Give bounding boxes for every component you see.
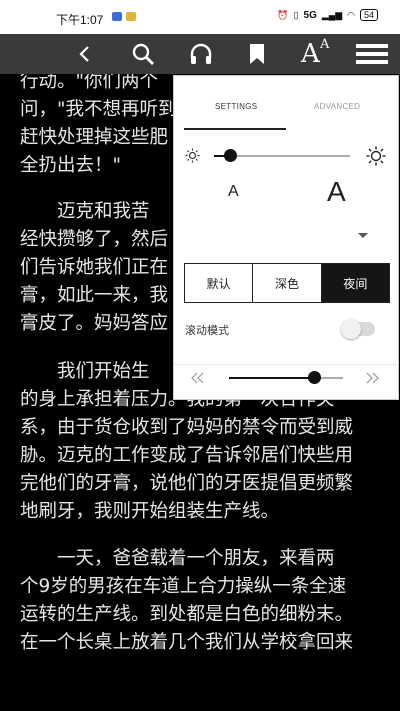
- reader-line: 经快攒够了，然后: [20, 229, 169, 250]
- status-time: 下午1:07: [56, 13, 104, 27]
- wifi-icon: ◠: [347, 9, 355, 20]
- reader-line: 地刷牙，我则开始组装生产线。: [20, 501, 280, 522]
- next-chapter-icon[interactable]: [364, 372, 380, 384]
- reader-line: 全扔出去！": [20, 155, 122, 176]
- previous-chapter-icon[interactable]: [190, 372, 206, 384]
- font-dropdown-caret-icon[interactable]: [358, 233, 368, 238]
- reading-progress-fill: [229, 377, 315, 379]
- brightness-low-icon: [185, 148, 200, 163]
- reading-progress-thumb[interactable]: [308, 371, 321, 384]
- reader-line: 膏，如此一来，我: [20, 285, 169, 306]
- decrease-font-button[interactable]: A: [228, 183, 239, 201]
- bookmark-icon: [250, 44, 264, 64]
- scroll-mode-label: 滚动模式: [185, 324, 229, 337]
- reader-line: 个9岁的男孩在车道上合力操纵一条全速: [20, 576, 347, 597]
- active-tab-indicator: [184, 128, 286, 130]
- search-button[interactable]: [123, 34, 163, 74]
- reader-line: 问，"我不想再听到: [20, 99, 177, 120]
- settings-panel: SETTINGS ADVANCED A A 默认 深色 夜间 滚动模式: [173, 75, 399, 400]
- reading-progress-slider[interactable]: [229, 377, 343, 379]
- theme-night-button[interactable]: 夜间: [320, 264, 389, 302]
- vibrate-icon: ▯: [293, 9, 299, 20]
- tab-advanced[interactable]: ADVANCED: [314, 102, 360, 111]
- search-icon: [132, 43, 154, 65]
- back-button[interactable]: [65, 34, 105, 74]
- battery-icon: 54: [359, 9, 378, 21]
- menu-button[interactable]: [352, 34, 392, 74]
- reader-toolbar: A A: [0, 34, 400, 74]
- reader-line: 运转的生产线。到处都是白色的细粉末。: [20, 604, 354, 625]
- tab-settings[interactable]: SETTINGS: [215, 102, 257, 111]
- font-size-icon: A A: [297, 37, 333, 69]
- brightness-slider-thumb[interactable]: [223, 149, 237, 162]
- reader-line: 在一个长桌上放着几个我们从学校拿回来: [20, 632, 354, 653]
- reader-line: 迈克和我苦: [20, 201, 150, 222]
- brightness-high-icon: [366, 146, 386, 166]
- font-icon-small-letter: A: [320, 37, 330, 52]
- notification-icons: [112, 12, 136, 21]
- theme-dark-button[interactable]: 深色: [252, 264, 321, 302]
- increase-font-button[interactable]: A: [327, 176, 346, 208]
- reader-line: 赶快处理掉这些肥: [20, 127, 169, 148]
- message-icon: [112, 12, 122, 21]
- reader-line: 系，由于货仓收到了妈妈的禁令而受到威: [20, 417, 354, 438]
- alarm-icon: ⏰: [277, 9, 289, 20]
- menu-icon: [356, 44, 388, 64]
- reader-line: 一天，爸爸载着一个朋友，来看两: [20, 548, 335, 569]
- status-bar: 下午1:07 ⏰ ▯ 5G ▂▄▆ ◠ 54: [0, 0, 400, 34]
- network-label: 5G: [303, 9, 317, 21]
- reader-line: 完他们的牙膏，说他们的牙医提倡更频繁: [20, 473, 354, 494]
- signal-icon: ▂▄▆: [321, 9, 343, 20]
- reader-line: 膏皮了。妈妈答应: [20, 313, 169, 334]
- font-settings-button[interactable]: A A: [293, 34, 337, 74]
- font-icon-large-letter: A: [301, 39, 320, 69]
- reader-line: 们告诉她我们正在: [20, 257, 169, 278]
- notification-icon: [126, 12, 136, 21]
- theme-selector: 默认 深色 夜间: [184, 263, 390, 303]
- scroll-mode-toggle-knob: [341, 319, 361, 339]
- reader-line: 胁。迈克的工作变成了告诉邻居们快些用: [20, 445, 354, 466]
- scroll-mode-toggle[interactable]: [341, 319, 375, 339]
- audio-button[interactable]: [181, 34, 221, 74]
- bookmark-button[interactable]: [237, 34, 277, 74]
- theme-default-button[interactable]: 默认: [185, 264, 253, 302]
- back-arrow-icon: [79, 46, 89, 62]
- headphones-icon: [190, 43, 212, 64]
- status-right-icons: ⏰ ▯ 5G ▂▄▆ ◠ 54: [277, 9, 378, 21]
- panel-divider: [174, 364, 398, 365]
- reader-line: 我们开始生: [20, 361, 150, 382]
